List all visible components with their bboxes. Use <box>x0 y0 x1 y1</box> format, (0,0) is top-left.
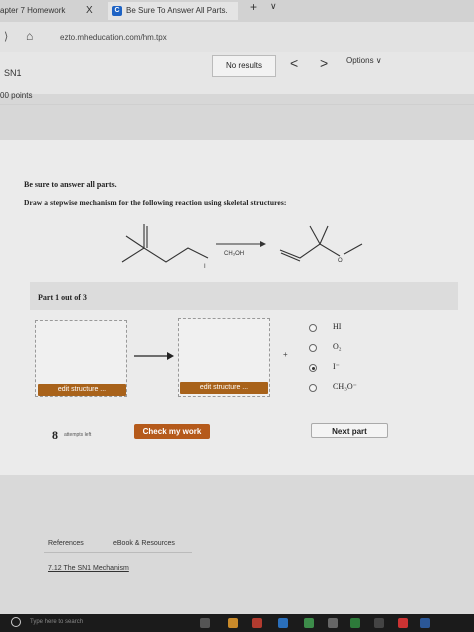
attempts-count: 8 <box>52 428 58 442</box>
tab-references[interactable]: References <box>48 540 84 547</box>
radio-option-1[interactable] <box>309 324 317 332</box>
option-label-4: CH₃O⁻ <box>333 382 357 391</box>
address-bar[interactable]: ezto.mheducation.com/hm.tpx <box>60 33 167 42</box>
radio-option-4[interactable] <box>309 384 317 392</box>
check-my-work-button[interactable]: Check my work <box>134 424 210 439</box>
close-tab-icon[interactable]: X <box>86 2 93 20</box>
edge-icon[interactable] <box>278 618 288 628</box>
powerpoint-icon[interactable] <box>398 618 408 628</box>
options-menu[interactable]: Options ∨ <box>346 56 382 65</box>
browser-icon[interactable] <box>252 618 262 628</box>
tab-current[interactable]: C Be Sure To Answer All Parts. <box>108 2 238 20</box>
reference-link[interactable]: 7.12 The SN1 Mechanism <box>48 565 129 572</box>
excel-icon[interactable] <box>350 618 360 628</box>
arrowhead <box>260 241 266 247</box>
mechanism-arrow <box>134 352 174 360</box>
taskbar-search[interactable]: Type here to search <box>30 619 83 625</box>
find-results-box[interactable]: No results <box>212 55 276 77</box>
divider <box>0 104 474 105</box>
option-label-3: I⁻ <box>333 362 340 371</box>
tab-title: apter 7 Homework <box>0 6 66 15</box>
option-label-1: HI <box>333 322 342 331</box>
tab-menu-chevron-icon[interactable]: ∨ <box>270 1 277 12</box>
product-structure <box>279 225 363 262</box>
tab-title: Be Sure To Answer All Parts. <box>126 6 228 15</box>
plus-sign: + <box>283 350 288 359</box>
connect-icon: C <box>112 5 122 16</box>
next-part-button[interactable]: Next part <box>311 423 388 438</box>
word-icon[interactable] <box>420 618 430 628</box>
edit-structure-button-2[interactable]: edit structure ... <box>180 382 268 394</box>
next-icon[interactable]: > <box>320 55 328 71</box>
iodine-label: I <box>204 264 206 270</box>
part-header <box>30 282 458 310</box>
radio-option-3[interactable] <box>309 364 317 372</box>
radio-option-2[interactable] <box>309 344 317 352</box>
taskbar-app-icon[interactable] <box>200 618 210 628</box>
oxygen-label: O <box>338 258 343 264</box>
new-tab-button[interactable]: + <box>250 0 257 14</box>
start-icon[interactable] <box>11 617 21 627</box>
part-label: Part 1 out of 3 <box>38 293 87 302</box>
app-icon[interactable] <box>304 618 314 628</box>
tab-ebook-resources[interactable]: eBook & Resources <box>113 540 175 547</box>
divider <box>44 552 192 553</box>
file-explorer-icon[interactable] <box>228 618 238 628</box>
back-icon[interactable]: ⟩ <box>4 30 8 43</box>
attempts-label: attempts left <box>64 432 92 438</box>
store-icon[interactable] <box>328 618 338 628</box>
question-prompt: Draw a stepwise mechanism for the follow… <box>24 198 287 207</box>
reactant-structure <box>121 224 209 263</box>
reagent-label: CH₃OH <box>224 251 244 257</box>
previous-icon[interactable]: < <box>290 55 298 71</box>
instruction-text: Be sure to answer all parts. <box>24 180 117 189</box>
home-icon[interactable]: ⌂ <box>26 29 33 43</box>
app-icon[interactable] <box>374 618 384 628</box>
reaction-scheme: I CH₃OH O <box>121 224 363 270</box>
edit-structure-button-1[interactable]: edit structure ... <box>38 384 126 396</box>
assignment-title: SN1 <box>4 68 22 78</box>
option-label-2: O₂ <box>333 342 342 351</box>
points-label: 00 points <box>0 91 33 100</box>
